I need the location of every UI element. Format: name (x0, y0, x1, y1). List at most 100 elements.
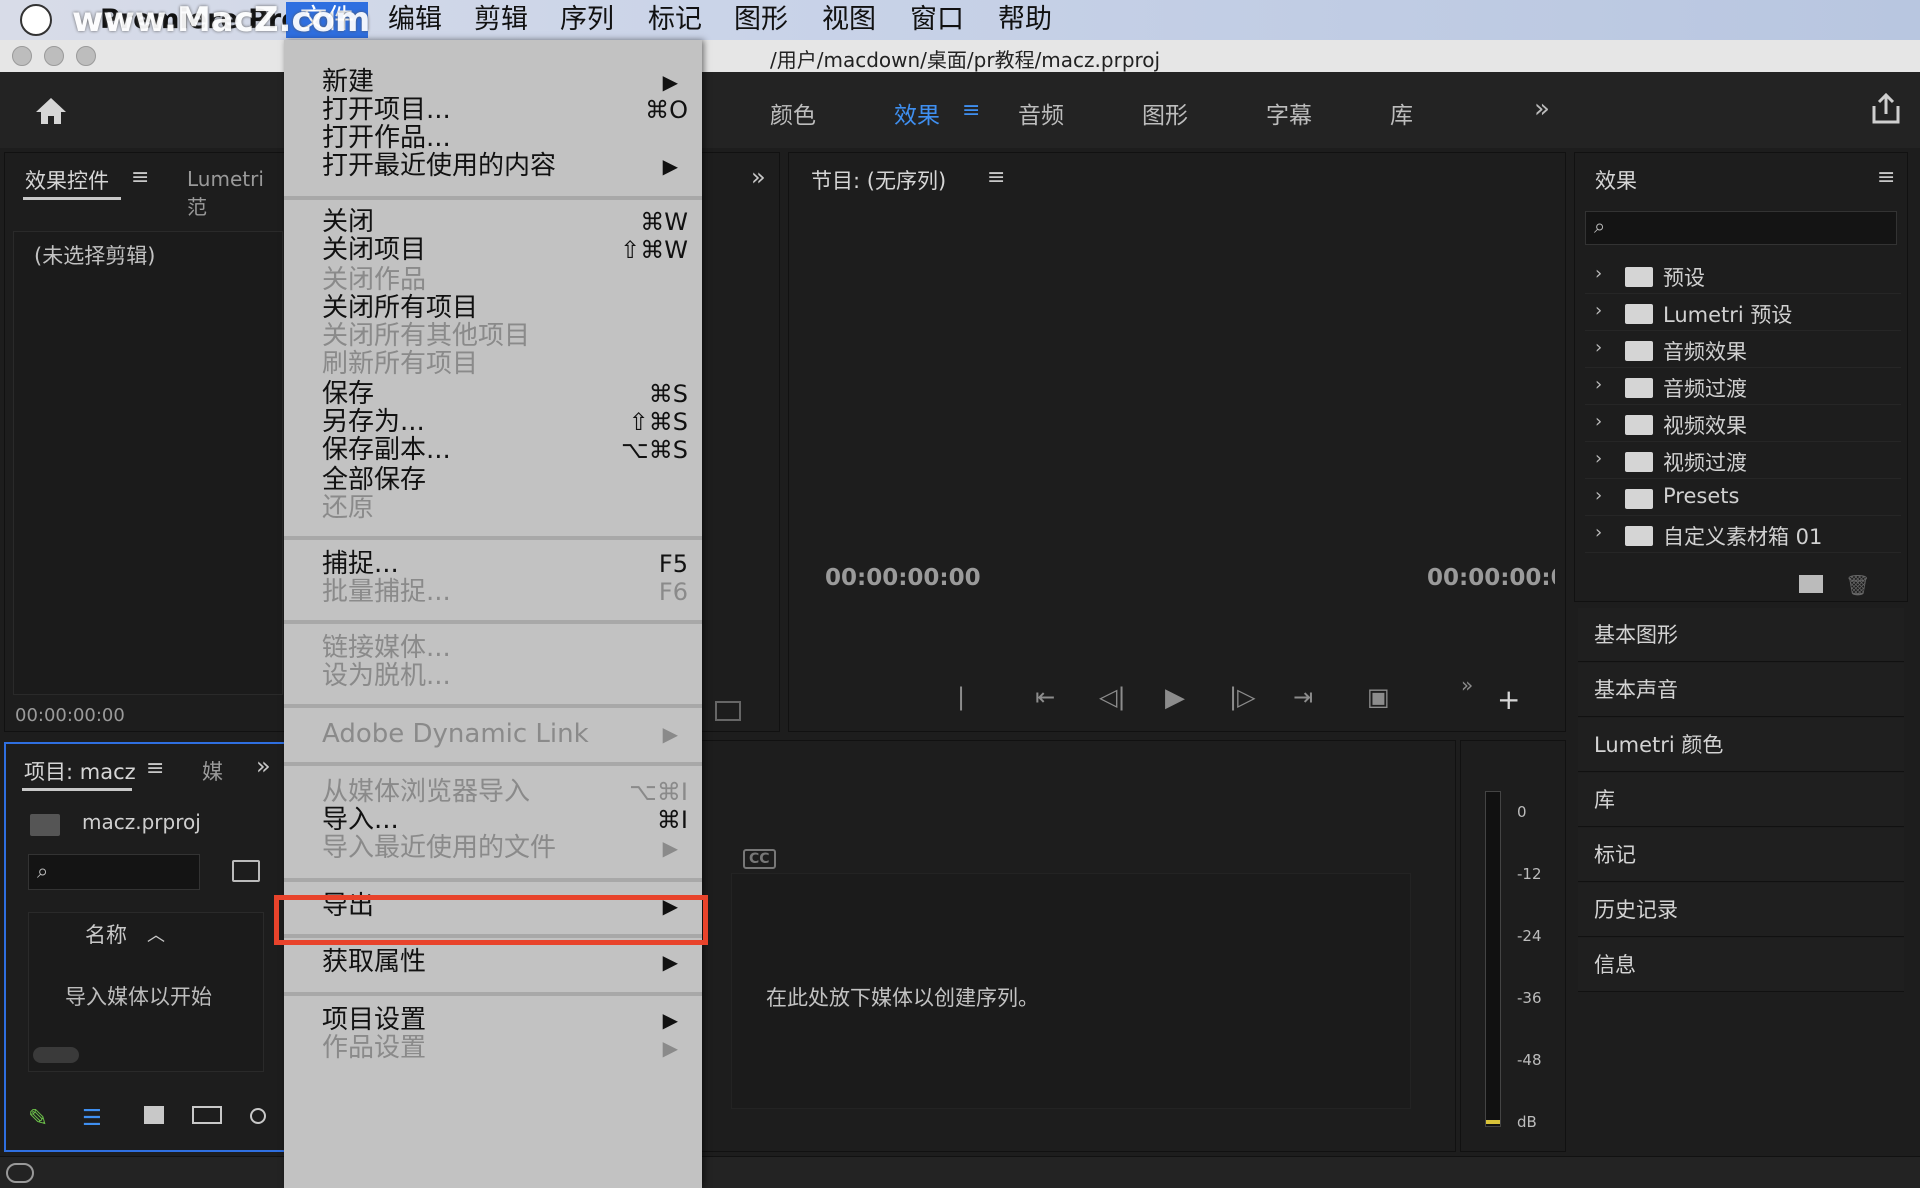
export-frame-icon[interactable]: ▣ (1367, 683, 1390, 711)
file-menu-item[interactable]: 获取属性 ▶ (284, 944, 702, 980)
drop-media-message: 在此处放下媒体以创建序列。 (766, 986, 1039, 1010)
effects-folder-custom-bin[interactable]: › 自定义素材箱 01 (1585, 516, 1901, 553)
menu-marker[interactable]: 标记 (648, 2, 702, 38)
sort-ascending-icon[interactable]: ︿ (147, 921, 165, 947)
horizontal-scrollbar[interactable] (33, 1047, 79, 1063)
meter-tick-36: -36 (1517, 989, 1542, 1007)
creative-cloud-icon[interactable] (6, 1163, 34, 1183)
menu-graphics[interactable]: 图形 (734, 2, 788, 38)
list-view-icon[interactable]: ☰ (82, 1106, 102, 1131)
panel-overflow-icon[interactable]: » (751, 163, 766, 191)
menu-help[interactable]: 帮助 (998, 2, 1052, 38)
folder-icon (1625, 378, 1653, 398)
panel-history[interactable]: 历史记录 (1578, 883, 1904, 937)
find-icon[interactable] (232, 860, 260, 882)
file-menu-item[interactable]: 打开最近使用的内容 ▶ (284, 148, 702, 184)
effects-folder-audio-transitions[interactable]: › 音频过渡 (1585, 368, 1901, 405)
panel-essential-sound[interactable]: 基本声音 (1578, 663, 1904, 717)
effects-folder-audio-effects[interactable]: › 音频效果 (1585, 331, 1901, 368)
panel-libraries[interactable]: 库 (1578, 773, 1904, 827)
effects-panel-menu-icon[interactable]: ≡ (1877, 165, 1895, 190)
lumetri-scopes-tab[interactable]: Lumetri 范 (187, 167, 285, 220)
program-monitor-title[interactable]: 节目: (无序列) (811, 165, 946, 195)
go-to-out-icon[interactable]: ⇥ (1293, 683, 1313, 711)
freeform-view-icon[interactable] (192, 1106, 222, 1124)
panel-markers[interactable]: 标记 (1578, 828, 1904, 882)
program-monitor-panel: 节目: (无序列) ≡ 00:00:00:00 00:00:00:0 | ⇤ ◁… (788, 152, 1566, 732)
workspace-tab-effects[interactable]: 效果 (894, 96, 940, 130)
home-icon[interactable] (34, 96, 68, 126)
panel-overflow-icon[interactable]: » (256, 752, 271, 780)
timeline-panel: CC 在此处放下媒体以创建序列。 (700, 740, 1456, 1152)
workspace-tab-audio[interactable]: 音频 (1018, 96, 1064, 130)
name-column-header[interactable]: 名称 (85, 919, 127, 949)
panel-lumetri-color[interactable]: Lumetri 颜色 (1578, 718, 1904, 772)
add-marker-icon[interactable]: | (957, 683, 965, 711)
workspace-overflow-icon[interactable]: » (1534, 94, 1550, 124)
program-menu-icon[interactable]: ≡ (987, 165, 1005, 190)
export-frame-icon[interactable] (715, 701, 741, 721)
zoom-slider-knob[interactable] (250, 1108, 266, 1124)
effects-search-input[interactable]: ⌕ (1585, 211, 1897, 245)
menu-edit[interactable]: 编辑 (388, 2, 442, 38)
project-menu-icon[interactable]: ≡ (146, 756, 164, 781)
share-icon[interactable] (1870, 92, 1902, 126)
app-logo-icon[interactable] (20, 4, 52, 36)
watermark-text: www.MacZ.com (72, 0, 371, 40)
minimize-window-button[interactable] (44, 46, 64, 66)
project-tab[interactable]: 项目: macz (24, 756, 136, 786)
effects-folder-presets-custom[interactable]: › Presets (1585, 479, 1901, 516)
chevron-right-icon[interactable]: › (1595, 522, 1602, 543)
window-title: /用户/macdown/桌面/pr教程/macz.prproj (770, 48, 1161, 72)
workspace-tab-captions[interactable]: 字幕 (1266, 96, 1312, 130)
zoom-window-button[interactable] (76, 46, 96, 66)
closed-captions-icon[interactable]: CC (743, 849, 776, 869)
project-file-name: macz.prproj (82, 810, 201, 834)
effects-panel-title[interactable]: 效果 (1595, 165, 1637, 195)
workspace-menu-icon[interactable]: ≡ (962, 98, 980, 123)
go-to-in-icon[interactable]: ⇤ (1035, 683, 1055, 711)
new-bin-icon[interactable] (1799, 575, 1823, 593)
menu-view[interactable]: 视图 (822, 2, 876, 38)
effects-folder-video-transitions[interactable]: › 视频过渡 (1585, 442, 1901, 479)
workspace-tab-libraries[interactable]: 库 (1390, 96, 1413, 130)
timeline-drop-zone[interactable]: 在此处放下媒体以创建序列。 (731, 873, 1411, 1109)
media-browser-tab[interactable]: 媒 (202, 756, 223, 786)
menu-clip[interactable]: 剪辑 (474, 2, 528, 38)
play-icon[interactable]: ▶ (1165, 683, 1185, 713)
chevron-right-icon[interactable]: › (1595, 411, 1602, 432)
step-back-icon[interactable]: ◁| (1099, 683, 1126, 711)
program-timecode-current[interactable]: 00:00:00:00 (825, 565, 981, 591)
menu-sequence[interactable]: 序列 (560, 2, 614, 38)
effect-controls-timecode: 00:00:00:00 (15, 705, 125, 726)
trash-icon[interactable]: 🗑 (1845, 573, 1870, 597)
chevron-right-icon[interactable]: › (1595, 337, 1602, 358)
import-highlight-box (274, 895, 708, 945)
pencil-icon[interactable]: ✎ (28, 1104, 48, 1132)
workspace-tab-color[interactable]: 颜色 (770, 96, 816, 130)
chevron-right-icon[interactable]: › (1595, 300, 1602, 321)
chevron-right-icon[interactable]: › (1595, 485, 1602, 506)
chevron-right-icon[interactable]: › (1595, 263, 1602, 284)
overflow-icon[interactable]: » (1461, 673, 1473, 697)
source-monitor-panel: » (700, 152, 780, 732)
menu-window[interactable]: 窗口 (910, 2, 964, 38)
button-editor-icon[interactable]: + (1497, 683, 1520, 716)
icon-view-icon[interactable] (144, 1106, 164, 1124)
panel-info[interactable]: 信息 (1578, 938, 1904, 992)
effect-controls-tab[interactable]: 效果控件 (25, 165, 109, 195)
panel-essential-graphics[interactable]: 基本图形 (1578, 608, 1904, 662)
workspace-tab-graphics[interactable]: 图形 (1142, 96, 1188, 130)
chevron-right-icon[interactable]: › (1595, 374, 1602, 395)
effects-folder-lumetri-presets[interactable]: › Lumetri 预设 (1585, 294, 1901, 331)
empty-project-message: 导入媒体以开始 (65, 985, 212, 1009)
effect-controls-menu-icon[interactable]: ≡ (131, 165, 149, 190)
project-search-input[interactable]: ⌕ (28, 854, 200, 890)
chevron-right-icon[interactable]: › (1595, 448, 1602, 469)
effects-folder-video-effects[interactable]: › 视频效果 (1585, 405, 1901, 442)
effects-folder-presets[interactable]: › 预设 (1585, 257, 1901, 294)
close-window-button[interactable] (12, 46, 32, 66)
menu-separator (284, 992, 702, 996)
audio-meter-panel: 0 -12 -24 -36 -48 dB (1460, 740, 1566, 1152)
step-forward-icon[interactable]: |▷ (1229, 683, 1256, 711)
